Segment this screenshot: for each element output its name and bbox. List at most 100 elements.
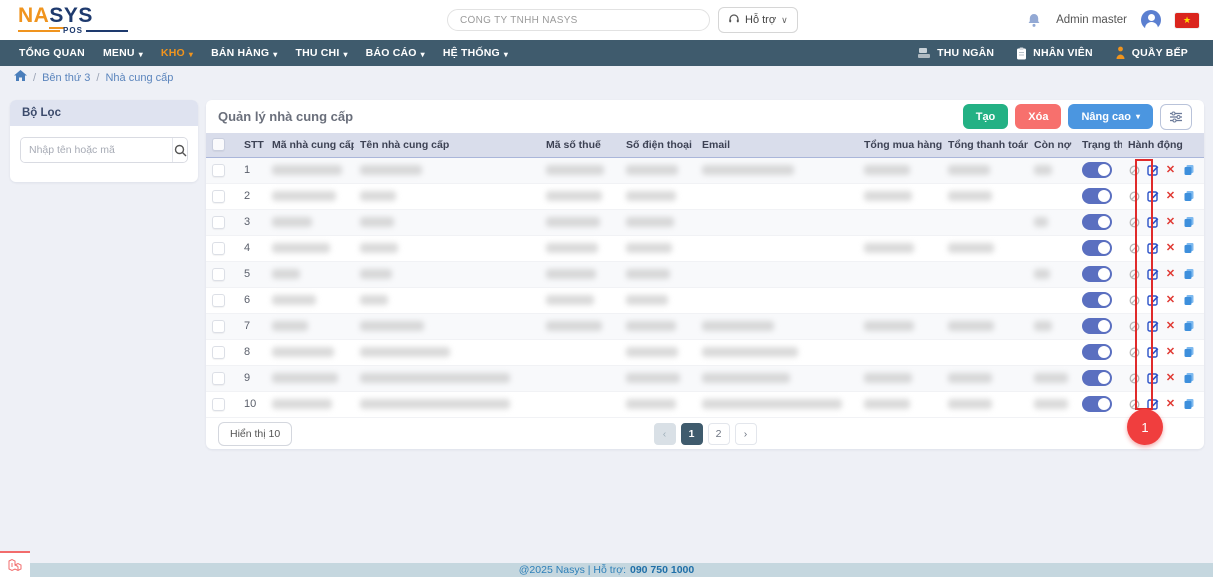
copy-icon[interactable]: [1182, 320, 1195, 333]
create-button[interactable]: Tạo: [963, 104, 1009, 129]
row-checkbox[interactable]: [206, 209, 238, 235]
support-dropdown-button[interactable]: Hỗ trợ ∨: [718, 7, 798, 33]
nav-item-tong-quan[interactable]: TỔNG QUAN: [10, 40, 94, 66]
row-checkbox[interactable]: [206, 391, 238, 417]
status-toggle[interactable]: [1082, 344, 1112, 360]
status-toggle[interactable]: [1082, 266, 1112, 282]
filter-search-button[interactable]: [172, 138, 187, 162]
remove-icon[interactable]: ✕: [1164, 346, 1177, 359]
edit-icon[interactable]: [1146, 372, 1159, 385]
advanced-dropdown-button[interactable]: Nâng cao▾: [1068, 104, 1153, 129]
disable-icon[interactable]: [1128, 190, 1141, 203]
delete-button[interactable]: Xóa: [1015, 104, 1061, 129]
remove-icon[interactable]: ✕: [1164, 216, 1177, 229]
remove-icon[interactable]: ✕: [1164, 268, 1177, 281]
edit-icon[interactable]: [1146, 190, 1159, 203]
status-toggle[interactable]: [1082, 162, 1112, 178]
column-settings-button[interactable]: [1160, 104, 1192, 130]
app-logo[interactable]: NASYS POS: [18, 5, 128, 35]
nav-item-thu-chi[interactable]: THU CHI▾: [286, 40, 356, 66]
remove-icon[interactable]: ✕: [1164, 294, 1177, 307]
vietnam-flag-icon[interactable]: ★: [1175, 13, 1199, 28]
row-checkbox[interactable]: [206, 157, 238, 183]
copy-icon[interactable]: [1182, 190, 1195, 203]
copy-icon[interactable]: [1182, 372, 1195, 385]
page-size-button[interactable]: Hiển thị 10: [218, 422, 292, 446]
nav-item-kho[interactable]: KHO▾: [152, 40, 202, 66]
edit-icon[interactable]: [1146, 242, 1159, 255]
edit-icon[interactable]: [1146, 164, 1159, 177]
status-toggle[interactable]: [1082, 240, 1112, 256]
nav-item-thu-ngan[interactable]: THU NGÂN: [906, 40, 1005, 66]
nav-item-menu[interactable]: MENU▾: [94, 40, 152, 66]
status-toggle[interactable]: [1082, 292, 1112, 308]
filter-search-input[interactable]: [21, 138, 172, 162]
edit-icon[interactable]: [1146, 320, 1159, 333]
copy-icon[interactable]: [1182, 242, 1195, 255]
nav-item-he-thong[interactable]: HỆ THỐNG▾: [434, 40, 517, 66]
copy-icon[interactable]: [1182, 268, 1195, 281]
disable-icon[interactable]: [1128, 346, 1141, 359]
status-toggle[interactable]: [1082, 188, 1112, 204]
remove-icon[interactable]: ✕: [1164, 398, 1177, 411]
redacted-cell: [858, 287, 942, 313]
remove-icon[interactable]: ✕: [1164, 242, 1177, 255]
row-checkbox[interactable]: [206, 235, 238, 261]
pagination-page-2[interactable]: 2: [708, 423, 730, 445]
copy-icon[interactable]: [1182, 216, 1195, 229]
edit-icon[interactable]: [1146, 294, 1159, 307]
row-checkbox[interactable]: [206, 365, 238, 391]
redacted-cell: [696, 235, 858, 261]
remove-icon[interactable]: ✕: [1164, 164, 1177, 177]
disable-icon[interactable]: [1128, 242, 1141, 255]
nav-item-nhan-vien[interactable]: NHÂN VIÊN: [1005, 40, 1104, 66]
redacted-cell: [942, 209, 1028, 235]
user-name[interactable]: Admin master: [1056, 14, 1127, 26]
status-toggle[interactable]: [1082, 396, 1112, 412]
copy-icon[interactable]: [1182, 164, 1195, 177]
copy-icon[interactable]: [1182, 294, 1195, 307]
breadcrumb-link-nha-cung-cap[interactable]: Nhà cung cấp: [105, 72, 173, 84]
status-toggle[interactable]: [1082, 370, 1112, 386]
row-checkbox[interactable]: [206, 261, 238, 287]
nav-item-ban-hang[interactable]: BÁN HÀNG▾: [202, 40, 286, 66]
disable-icon[interactable]: [1128, 294, 1141, 307]
row-checkbox[interactable]: [206, 313, 238, 339]
debugbar-tab[interactable]: [0, 551, 30, 577]
pagination-prev-button[interactable]: ‹: [654, 423, 676, 445]
disable-icon[interactable]: [1128, 398, 1141, 411]
remove-icon[interactable]: ✕: [1164, 372, 1177, 385]
disable-icon[interactable]: [1128, 268, 1141, 281]
user-avatar[interactable]: [1141, 10, 1161, 30]
disable-icon[interactable]: [1128, 216, 1141, 229]
disable-icon[interactable]: [1128, 164, 1141, 177]
cash-register-icon: [917, 47, 931, 59]
edit-icon[interactable]: [1146, 346, 1159, 359]
row-checkbox[interactable]: [206, 339, 238, 365]
copy-icon[interactable]: [1182, 346, 1195, 359]
copy-icon[interactable]: [1182, 398, 1195, 411]
footer-phone: 090 750 1000: [630, 564, 694, 576]
breadcrumb-link-ben-thu-3[interactable]: Bên thứ 3: [42, 72, 90, 84]
chevron-down-icon: ▾: [139, 50, 143, 59]
redacted-cell: [696, 261, 858, 287]
edit-icon[interactable]: [1146, 216, 1159, 229]
select-all-checkbox[interactable]: [206, 133, 238, 157]
pagination-next-button[interactable]: ›: [735, 423, 757, 445]
disable-icon[interactable]: [1128, 372, 1141, 385]
remove-icon[interactable]: ✕: [1164, 190, 1177, 203]
pagination-page-1[interactable]: 1: [681, 423, 703, 445]
edit-icon[interactable]: [1146, 268, 1159, 281]
chevron-down-icon: ▾: [1136, 112, 1140, 121]
row-checkbox[interactable]: [206, 287, 238, 313]
home-icon[interactable]: [14, 70, 27, 85]
nav-item-bao-cao[interactable]: BÁO CÁO▾: [357, 40, 434, 66]
disable-icon[interactable]: [1128, 320, 1141, 333]
notifications-bell-icon[interactable]: [1026, 12, 1042, 28]
row-checkbox[interactable]: [206, 183, 238, 209]
company-selector-input[interactable]: [447, 9, 710, 31]
remove-icon[interactable]: ✕: [1164, 320, 1177, 333]
status-toggle[interactable]: [1082, 318, 1112, 334]
nav-item-quay-bep[interactable]: QUẦY BẾP: [1104, 40, 1199, 66]
status-toggle[interactable]: [1082, 214, 1112, 230]
